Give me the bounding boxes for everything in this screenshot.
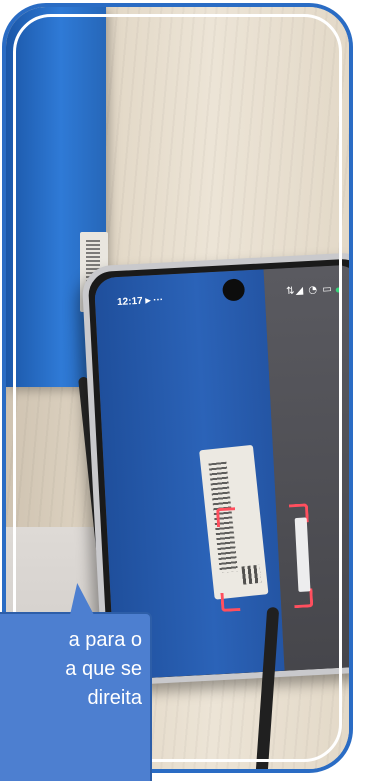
callout-text: a para o a que se direita (0, 626, 148, 713)
scan-corner-top-left (216, 507, 236, 528)
scan-corner-bottom-left (220, 592, 241, 613)
scan-target-frame[interactable] (216, 503, 314, 613)
charging-dot-icon (335, 287, 341, 293)
screenshot-canvas: 12:17 ▸ ··· ⇅◢ ◔ ▭ a para o a que se dir… (0, 0, 365, 781)
instruction-callout: a para o a que se direita (0, 612, 152, 781)
scan-highlight (294, 517, 311, 592)
status-time-value: 12:17 (116, 295, 143, 309)
status-extra: ▸ ··· (145, 294, 164, 307)
callout-line-3: direita (87, 687, 142, 709)
callout-line-2: a que se (65, 658, 142, 680)
callout-line-1: a para o (68, 629, 142, 651)
